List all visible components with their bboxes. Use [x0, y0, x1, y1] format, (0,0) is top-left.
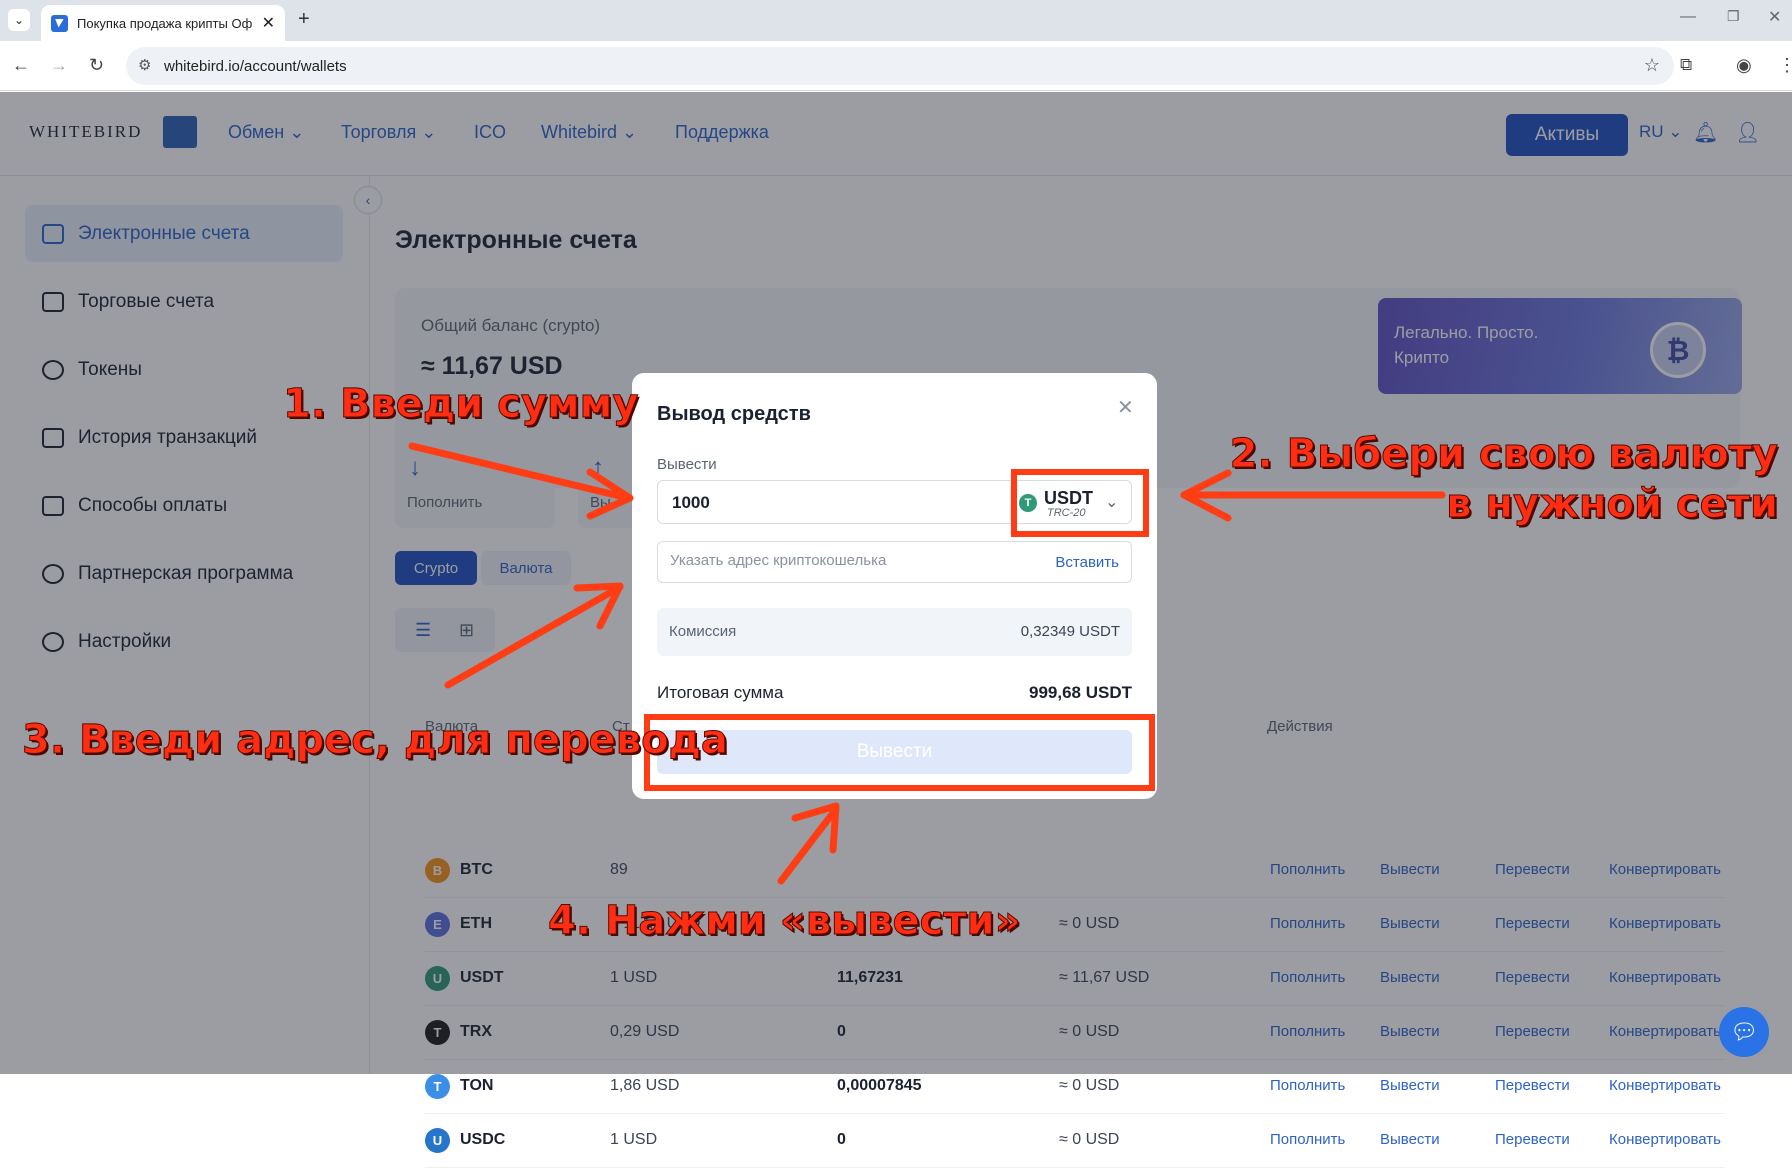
modal-title: Вывод средств [657, 403, 811, 425]
withdraw-link[interactable]: Вывести [1380, 1077, 1440, 1094]
restore-icon[interactable]: ❐ [1727, 8, 1740, 25]
coin-price: 1,86 USD [610, 1077, 680, 1094]
coin-symbol: TON [460, 1077, 494, 1094]
annotation-step1: 1. Введи сумму [282, 381, 639, 428]
convert-link[interactable]: Конвертировать [1609, 1131, 1721, 1148]
transfer-link[interactable]: Перевести [1495, 1077, 1570, 1094]
url-field[interactable]: ⚙ whitebird.io/account/wallets ☆ [126, 47, 1674, 85]
browser-tab[interactable]: Покупка продажа крипты Оф ✕ [41, 5, 285, 41]
coin-usdc-icon: U [425, 1128, 450, 1153]
address-field[interactable]: Вставить [657, 541, 1132, 583]
withdraw-label: Вывести [657, 456, 717, 473]
coin-usd-value: ≈ 0 USD [1059, 1131, 1120, 1148]
coin-amount: 0 [837, 1131, 846, 1148]
new-tab-icon[interactable]: + [298, 8, 310, 31]
convert-link[interactable]: Конвертировать [1609, 1077, 1721, 1094]
amount-value[interactable]: 1000 [672, 493, 710, 513]
fee-box: Комиссия 0,32349 USDT [657, 608, 1132, 656]
annotation-step4: 4. Нажми «вывести» [547, 898, 1021, 945]
address-bar-row: ← → ↻ ⚙ whitebird.io/account/wallets ☆ ⧉… [0, 41, 1792, 91]
paste-button[interactable]: Вставить [1055, 554, 1119, 571]
coin-usd-value: ≈ 0 USD [1059, 1077, 1120, 1094]
total-value: 999,68 USDT [1029, 683, 1132, 702]
chat-support-icon[interactable]: 💬︎ [1719, 1007, 1769, 1057]
coin-price: 1 USD [610, 1131, 658, 1148]
deposit-link[interactable]: Пополнить [1270, 1077, 1345, 1094]
transfer-link[interactable]: Перевести [1495, 1131, 1570, 1148]
close-icon[interactable]: ✕ [1117, 395, 1134, 420]
forward-icon[interactable]: → [50, 55, 68, 76]
bookmark-star-icon[interactable]: ☆ [1644, 55, 1660, 76]
table-row: U USDC 1 USD 0 ≈ 0 USD Пополнить Вывести Переве… [425, 1114, 1725, 1168]
window-close-icon[interactable]: ✕ [1768, 7, 1781, 27]
fee-value: 0,32349 USDT [1020, 623, 1120, 640]
deposit-link[interactable]: Пополнить [1270, 1131, 1345, 1148]
tab-title: Покупка продажа крипты Оф [77, 15, 253, 31]
total-label: Итоговая сумма [657, 683, 784, 702]
back-icon[interactable]: ← [12, 55, 30, 76]
reload-icon[interactable]: ↻ [89, 55, 104, 76]
site-favicon-icon [51, 14, 68, 32]
address-input[interactable] [670, 552, 1000, 569]
site-info-icon[interactable]: ⚙ [138, 56, 151, 74]
withdraw-link[interactable]: Вывести [1380, 1131, 1440, 1148]
annotation-step2-line2: в нужной сети [1446, 481, 1779, 528]
tab-search-icon[interactable]: ⌄ [8, 9, 30, 31]
annotation-step3: 3. Введи адрес, для перевода [22, 717, 729, 764]
coin-symbol: USDC [460, 1131, 506, 1148]
annotation-step2-line1: 2. Выбери свою валюту [1229, 431, 1778, 478]
extensions-icon[interactable]: ⧉ [1680, 55, 1692, 75]
fee-label: Комиссия [669, 623, 737, 640]
url-text: whitebird.io/account/wallets [164, 57, 347, 75]
coin-ton-icon: T [425, 1074, 450, 1099]
coin-amount: 0,00007845 [837, 1077, 922, 1094]
highlight-currency-box [1011, 469, 1149, 537]
profile-icon[interactable]: ◉ [1736, 55, 1752, 76]
menu-icon[interactable]: ⋮ [1778, 55, 1792, 76]
browser-tab-bar: ⌄ Покупка продажа крипты Оф ✕ + — ❐ ✕ [0, 0, 1792, 41]
minimize-icon[interactable]: — [1680, 8, 1696, 26]
tab-close-icon[interactable]: ✕ [262, 13, 275, 33]
